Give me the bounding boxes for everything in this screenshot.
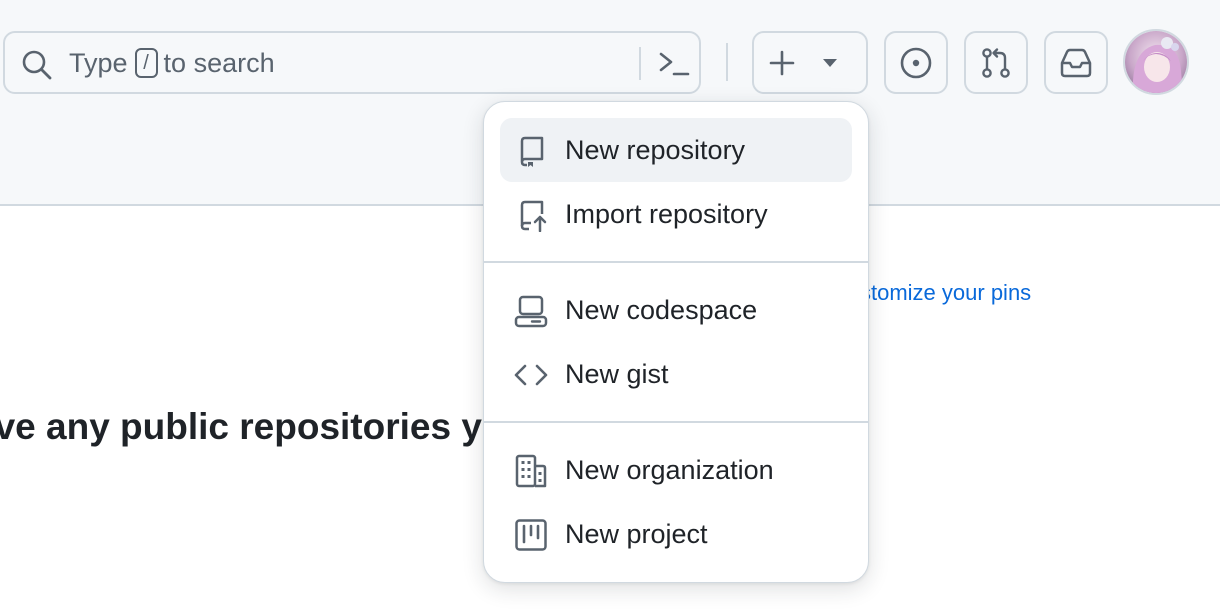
menu-divider: [484, 261, 868, 263]
menu-item-new-repository[interactable]: New repository: [500, 118, 852, 182]
search-input[interactable]: Type / to search: [3, 31, 701, 94]
search-divider: [639, 47, 641, 80]
menu-item-label: New gist: [565, 358, 669, 389]
inbox-icon: [1060, 48, 1092, 77]
menu-divider: [484, 421, 868, 423]
menu-item-new-codespace[interactable]: New codespace: [500, 278, 852, 342]
code-icon: [514, 364, 548, 386]
project-icon: [515, 519, 547, 551]
issues-button[interactable]: [884, 31, 948, 94]
issue-opened-icon: [900, 47, 932, 78]
codespaces-icon: [514, 295, 548, 328]
menu-item-label: New organization: [565, 454, 774, 485]
search-placeholder: Type / to search: [69, 47, 275, 79]
menu-item-label: New codespace: [565, 294, 758, 325]
inbox-button[interactable]: [1044, 31, 1108, 94]
search-placeholder-prefix: Type: [69, 47, 128, 78]
search-placeholder-suffix: to search: [163, 47, 275, 78]
avatar[interactable]: [1123, 29, 1189, 95]
menu-item-new-project[interactable]: New project: [500, 502, 852, 566]
menu-item-import-repository[interactable]: Import repository: [500, 182, 852, 246]
menu-item-label: New project: [565, 518, 708, 549]
create-new-button[interactable]: [752, 31, 868, 94]
menu-item-new-gist[interactable]: New gist: [500, 342, 852, 406]
plus-icon: [769, 50, 795, 75]
pull-requests-button[interactable]: [964, 31, 1028, 94]
search-icon: [22, 50, 52, 80]
user-avatar-image: [1125, 31, 1187, 93]
repo-push-icon: [520, 200, 547, 232]
menu-item-label: New repository: [565, 134, 746, 165]
create-new-menu: New repository Import repository New cod…: [483, 101, 869, 583]
menu-item-new-organization[interactable]: New organization: [500, 438, 852, 502]
menu-item-label: Import repository: [565, 198, 768, 229]
organization-icon: [515, 454, 547, 488]
header-divider: [726, 43, 728, 81]
repo-icon: [520, 136, 544, 167]
search-shortcut-key: /: [134, 48, 158, 78]
triangle-down-icon: [823, 58, 837, 67]
empty-repos-heading: ave any public repositories y: [0, 406, 482, 447]
command-palette-icon[interactable]: [657, 49, 691, 79]
customize-pins-link[interactable]: stomize your pins: [860, 280, 1031, 306]
git-pull-request-icon: [982, 47, 1010, 78]
